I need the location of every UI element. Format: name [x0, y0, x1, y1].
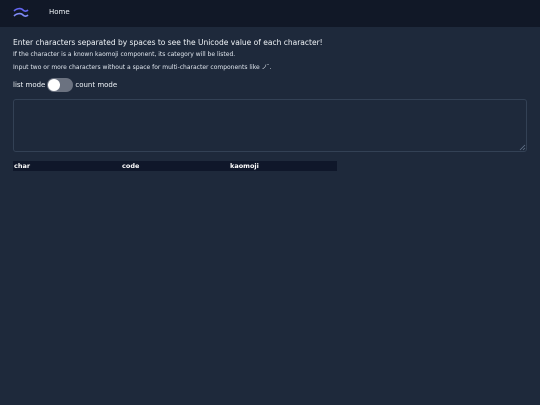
- toggle-knob: [48, 79, 61, 91]
- nav-home-link[interactable]: Home: [49, 8, 70, 16]
- column-header-char: char: [14, 162, 31, 170]
- instruction-line-1: Enter characters separated by spaces to …: [13, 38, 323, 47]
- instruction-line-2: If the character is a known kaomoji comp…: [13, 51, 236, 58]
- result-table-header: char code kaomoji: [13, 161, 337, 171]
- column-header-kaomoji: kaomoji: [230, 162, 259, 170]
- wave-logo-icon[interactable]: [13, 7, 29, 19]
- character-input[interactable]: [13, 99, 527, 152]
- instruction-line-3: Input two or more characters without a s…: [13, 64, 272, 71]
- column-header-code: code: [122, 162, 140, 170]
- top-navbar: Home: [0, 0, 540, 27]
- list-mode-label: list mode: [13, 81, 46, 89]
- resize-grip-icon[interactable]: [519, 144, 526, 151]
- mode-toggle[interactable]: [47, 78, 74, 92]
- count-mode-label: count mode: [75, 81, 118, 89]
- mode-switch-row: list mode count mode: [13, 78, 117, 92]
